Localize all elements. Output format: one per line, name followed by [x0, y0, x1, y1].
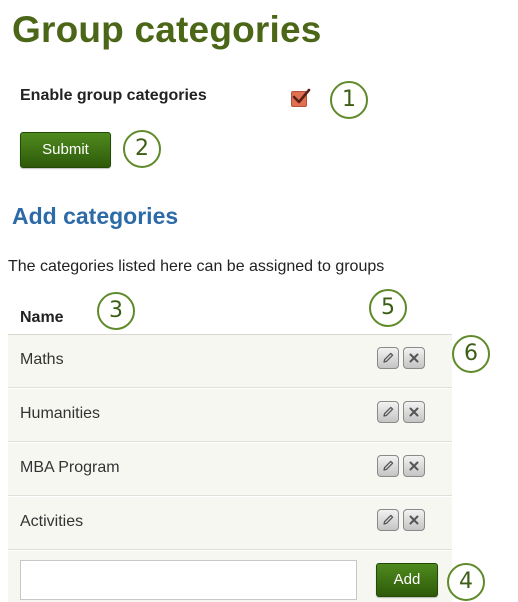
group-categories-page: Group categories Enable group categories… [0, 0, 518, 602]
edit-category-button[interactable] [377, 347, 399, 369]
edit-category-button[interactable] [377, 401, 399, 423]
table-row: Humanities [8, 389, 452, 442]
add-category-button[interactable]: Add [376, 563, 438, 597]
category-name: MBA Program [20, 459, 120, 476]
delete-category-button[interactable] [403, 455, 425, 477]
checkmark-icon [292, 88, 311, 104]
categories-description: The categories listed here can be assign… [8, 258, 385, 275]
delete-category-button[interactable] [403, 401, 425, 423]
table-row: MBA Program [8, 443, 452, 496]
delete-category-button[interactable] [403, 509, 425, 531]
page-title: Group categories [12, 9, 322, 50]
pencil-icon [383, 460, 394, 471]
table-row: Maths [8, 335, 452, 388]
table-row: Activities [8, 497, 452, 550]
close-icon [409, 407, 419, 417]
delete-category-button[interactable] [403, 347, 425, 369]
pencil-icon [383, 352, 394, 363]
callout-marker-5: 5 [369, 289, 407, 327]
callout-marker-3: 3 [97, 292, 135, 330]
enable-group-categories-label: Enable group categories [20, 87, 207, 104]
pencil-icon [383, 406, 394, 417]
pencil-icon [383, 514, 394, 525]
callout-marker-1: 1 [330, 81, 368, 119]
name-column-header: Name [20, 309, 64, 326]
edit-category-button[interactable] [377, 509, 399, 531]
category-name: Activities [20, 513, 84, 530]
new-category-input[interactable] [20, 560, 357, 600]
callout-marker-6: 6 [452, 335, 490, 373]
edit-category-button[interactable] [377, 455, 399, 477]
add-categories-heading: Add categories [12, 203, 179, 229]
close-icon [409, 461, 419, 471]
callout-marker-4: 4 [447, 563, 485, 601]
submit-button[interactable]: Submit [20, 132, 111, 168]
close-icon [409, 515, 419, 525]
callout-marker-2: 2 [123, 130, 161, 168]
close-icon [409, 353, 419, 363]
enable-group-categories-checkbox[interactable] [291, 88, 311, 107]
category-name: Maths [20, 351, 64, 368]
category-name: Humanities [20, 405, 101, 422]
